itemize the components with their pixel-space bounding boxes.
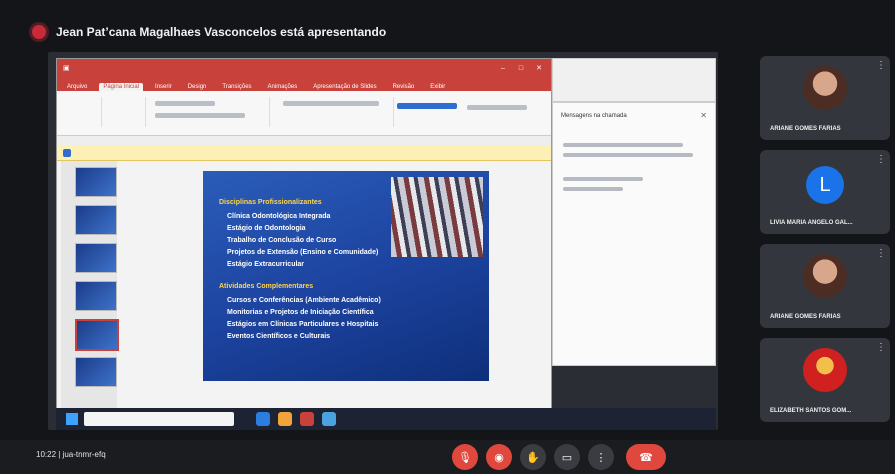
info-icon <box>63 149 71 157</box>
taskbar-search[interactable] <box>84 412 234 426</box>
slide-thumbnails <box>61 161 119 413</box>
slide-line: Cursos e Conferências (Ambiente Acadêmic… <box>227 297 381 304</box>
participant-photo <box>803 254 847 298</box>
chat-message <box>563 177 643 181</box>
slide-line: Trabalho de Conclusão de Curso <box>227 237 337 244</box>
participant-tile[interactable]: ⋮ ARIANE GOMES FARIAS <box>760 56 890 140</box>
mic-off-button[interactable]: 🎙 <box>452 444 478 470</box>
close-icon[interactable]: ✕ <box>700 111 707 120</box>
more-options-button[interactable]: ⋮ <box>588 444 614 470</box>
tab-animacoes[interactable]: Animações <box>264 83 302 91</box>
font-format-row[interactable] <box>155 113 245 118</box>
slide-line: Projetos de Extensão (Ensino e Comunidad… <box>227 249 379 256</box>
save-icon[interactable]: ▣ <box>63 64 70 72</box>
taskbar-app-icon[interactable] <box>322 412 336 426</box>
slide-thumbnail[interactable] <box>75 205 117 235</box>
more-icon[interactable]: ⋮ <box>876 154 886 165</box>
camera-off-button[interactable]: ◉ <box>486 444 512 470</box>
participant-tile[interactable]: ⋮ ELIZABETH SANTOS GOM... <box>760 338 890 422</box>
tab-arquivo[interactable]: Arquivo <box>63 83 91 91</box>
presenting-indicator-icon <box>32 25 46 39</box>
ppt-titlebar: ▣ – □ ✕ <box>57 59 551 77</box>
chat-pane: Mensagens na chamada ✕ <box>552 102 716 366</box>
chat-message <box>563 143 683 147</box>
editing-group[interactable] <box>467 105 527 110</box>
tab-inserir[interactable]: Inserir <box>151 83 176 91</box>
end-call-button[interactable]: ☎ <box>626 444 666 470</box>
presenter-text: Jean Pat’cana Magalhaes Vasconcelos está… <box>56 25 387 39</box>
ribbon <box>57 91 551 136</box>
slide-line: Estágios em Clínicas Particulares e Hosp… <box>227 321 379 328</box>
designer-button[interactable] <box>397 103 457 109</box>
slide-line: Atividades Complementares <box>219 283 314 290</box>
slide-thumbnail-selected[interactable] <box>75 319 119 351</box>
windows-start-icon[interactable] <box>66 413 78 425</box>
participant-tile[interactable]: ⋮ L LIVIA MARIA ANGELO GAL... <box>760 150 890 234</box>
slide-line: Eventos Científicos e Culturais <box>227 333 331 340</box>
slide-thumbnail[interactable] <box>75 167 117 197</box>
ribbon-group-labels <box>57 136 551 146</box>
participant-name: ARIANE GOMES FARIAS <box>770 314 841 320</box>
participant-name: LIVIA MARIA ANGELO GAL... <box>770 220 853 226</box>
close-icon[interactable]: ✕ <box>533 64 545 72</box>
more-icon[interactable]: ⋮ <box>876 60 886 71</box>
more-icon[interactable]: ⋮ <box>876 248 886 259</box>
windows-taskbar <box>56 408 716 430</box>
paragraph-row[interactable] <box>283 101 379 106</box>
minimize-icon[interactable]: – <box>497 65 509 72</box>
slide-thumbnail[interactable] <box>75 281 117 311</box>
tab-pagina-inicial[interactable]: Página Inicial <box>99 83 144 91</box>
slide-line: Monitorias e Projetos de Iniciação Cient… <box>227 309 374 316</box>
participant-avatar: L <box>806 166 844 204</box>
maximize-icon[interactable]: □ <box>515 65 527 72</box>
slide-thumbnail[interactable] <box>75 243 117 273</box>
tab-revisao[interactable]: Revisão <box>389 83 419 91</box>
shared-screen: ▣ – □ ✕ Arquivo Página Inicial Inserir D… <box>48 52 718 430</box>
meeting-time-code: 10:22 | jua-tnmr-efq <box>36 450 106 459</box>
present-button[interactable]: ▭ <box>554 444 580 470</box>
taskbar-app-icon[interactable] <box>278 412 292 426</box>
more-icon[interactable]: ⋮ <box>876 342 886 353</box>
participant-name: ARIANE GOMES FARIAS <box>770 126 841 132</box>
taskbar-app-icon[interactable] <box>256 412 270 426</box>
chat-message <box>563 153 693 157</box>
font-name-box[interactable] <box>155 101 215 106</box>
ribbon-group-slides[interactable] <box>105 97 146 127</box>
ribbon-tabs: Arquivo Página Inicial Inserir Design Tr… <box>57 77 551 91</box>
slide-canvas[interactable]: Disciplinas Profissionalizantes Clínica … <box>203 171 489 381</box>
tab-exibir[interactable]: Exibir <box>426 83 449 91</box>
participant-name: ELIZABETH SANTOS GOM... <box>770 408 852 414</box>
message-bar <box>57 146 551 161</box>
presenter-banner: Jean Pat’cana Magalhaes Vasconcelos está… <box>20 18 880 46</box>
participant-photo <box>803 66 847 110</box>
participant-tile[interactable]: ⋮ ARIANE GOMES FARIAS <box>760 244 890 328</box>
chat-message <box>563 187 623 191</box>
browser-strip <box>552 58 716 102</box>
meeting-control-bar: 10:22 | jua-tnmr-efq 🎙 ◉ ✋ ▭ ⋮ ☎ <box>0 440 895 474</box>
slide-line: Clínica Odontológica Integrada <box>227 213 331 220</box>
slide-photo <box>391 177 483 257</box>
chat-title: Mensagens na chamada <box>561 113 627 119</box>
powerpoint-window: ▣ – □ ✕ Arquivo Página Inicial Inserir D… <box>56 58 552 430</box>
slide-thumbnail[interactable] <box>75 357 117 387</box>
slide-line: Estágio de Odontologia <box>227 225 306 232</box>
tab-transicoes[interactable]: Transições <box>218 83 255 91</box>
powerpoint-taskbar-icon[interactable] <box>300 412 314 426</box>
tab-apresentacao[interactable]: Apresentação de Slides <box>309 83 380 91</box>
slide-line: Disciplinas Profissionalizantes <box>219 199 322 206</box>
participant-photo <box>803 348 847 392</box>
tab-design[interactable]: Design <box>184 83 211 91</box>
raise-hand-button[interactable]: ✋ <box>520 444 546 470</box>
slide-line: Estágio Extracurricular <box>227 261 305 268</box>
ribbon-group-clipboard[interactable] <box>61 97 102 127</box>
